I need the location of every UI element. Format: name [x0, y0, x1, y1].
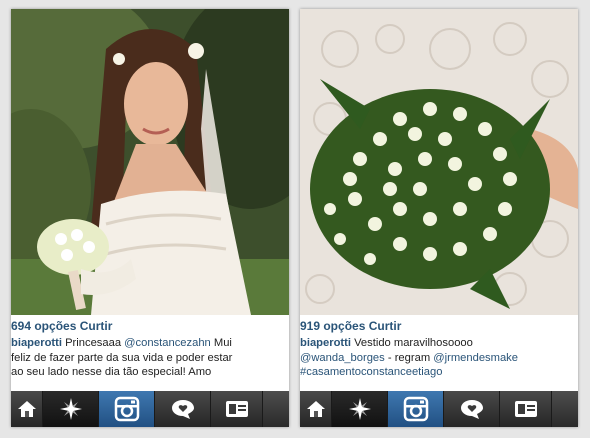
- explore-icon: [59, 398, 82, 420]
- tab-home[interactable]: [300, 391, 332, 427]
- tab-explore[interactable]: [332, 391, 388, 427]
- username-link[interactable]: biaperotti: [300, 337, 351, 349]
- tab-camera[interactable]: [99, 391, 155, 427]
- profile-icon: [514, 401, 537, 417]
- post-card-right: 919 opções Curtir biaperotti Vestido mar…: [300, 9, 578, 427]
- like-count[interactable]: 694 opções Curtir: [11, 319, 289, 333]
- post-card-left: 694 opções Curtir biaperotti Princesaaa …: [11, 9, 289, 427]
- camera-icon: [403, 396, 428, 422]
- caption-text: Mui: [210, 337, 232, 349]
- bottom-tab-bar: [11, 391, 289, 427]
- caption-text: Vestido maravilhosoooo: [350, 337, 473, 349]
- post-photo-bride[interactable]: [11, 9, 289, 315]
- tab-explore[interactable]: [43, 391, 99, 427]
- tab-activity[interactable]: [444, 391, 500, 427]
- post-caption: biaperotti Princesaaa @constancezahn Mui…: [11, 336, 289, 390]
- caption-line: feliz de fazer parte da sua vida e poder…: [11, 351, 233, 364]
- post-caption: biaperotti Vestido maravilhosoooo @wanda…: [300, 336, 578, 390]
- tab-home[interactable]: [11, 391, 43, 427]
- activity-icon: [171, 400, 194, 419]
- bottom-tab-bar: [300, 391, 578, 427]
- mention-link[interactable]: @jrmendesmake: [433, 352, 518, 364]
- username-link[interactable]: biaperotti: [11, 337, 62, 349]
- like-count[interactable]: 919 opções Curtir: [300, 319, 578, 333]
- tab-activity[interactable]: [155, 391, 211, 427]
- mention-link[interactable]: @constancezahn: [124, 337, 211, 349]
- tab-profile[interactable]: [211, 391, 263, 427]
- profile-icon: [225, 401, 248, 417]
- mention-link[interactable]: @wanda_borges: [300, 352, 385, 364]
- caption-line: ao seu lado nesse dia tão especial! Amo: [11, 366, 212, 379]
- home-icon: [17, 401, 36, 417]
- activity-icon: [460, 400, 483, 419]
- hashtag-link[interactable]: #casamentoconstanceetiago: [300, 365, 578, 380]
- tab-camera[interactable]: [388, 391, 444, 427]
- camera-icon: [114, 396, 139, 422]
- explore-icon: [348, 398, 371, 420]
- tab-profile[interactable]: [500, 391, 552, 427]
- caption-text: Princesaaa: [61, 337, 125, 349]
- post-photo-bouquet[interactable]: [300, 9, 578, 315]
- home-icon: [306, 401, 325, 417]
- caption-text: - regram: [384, 351, 434, 364]
